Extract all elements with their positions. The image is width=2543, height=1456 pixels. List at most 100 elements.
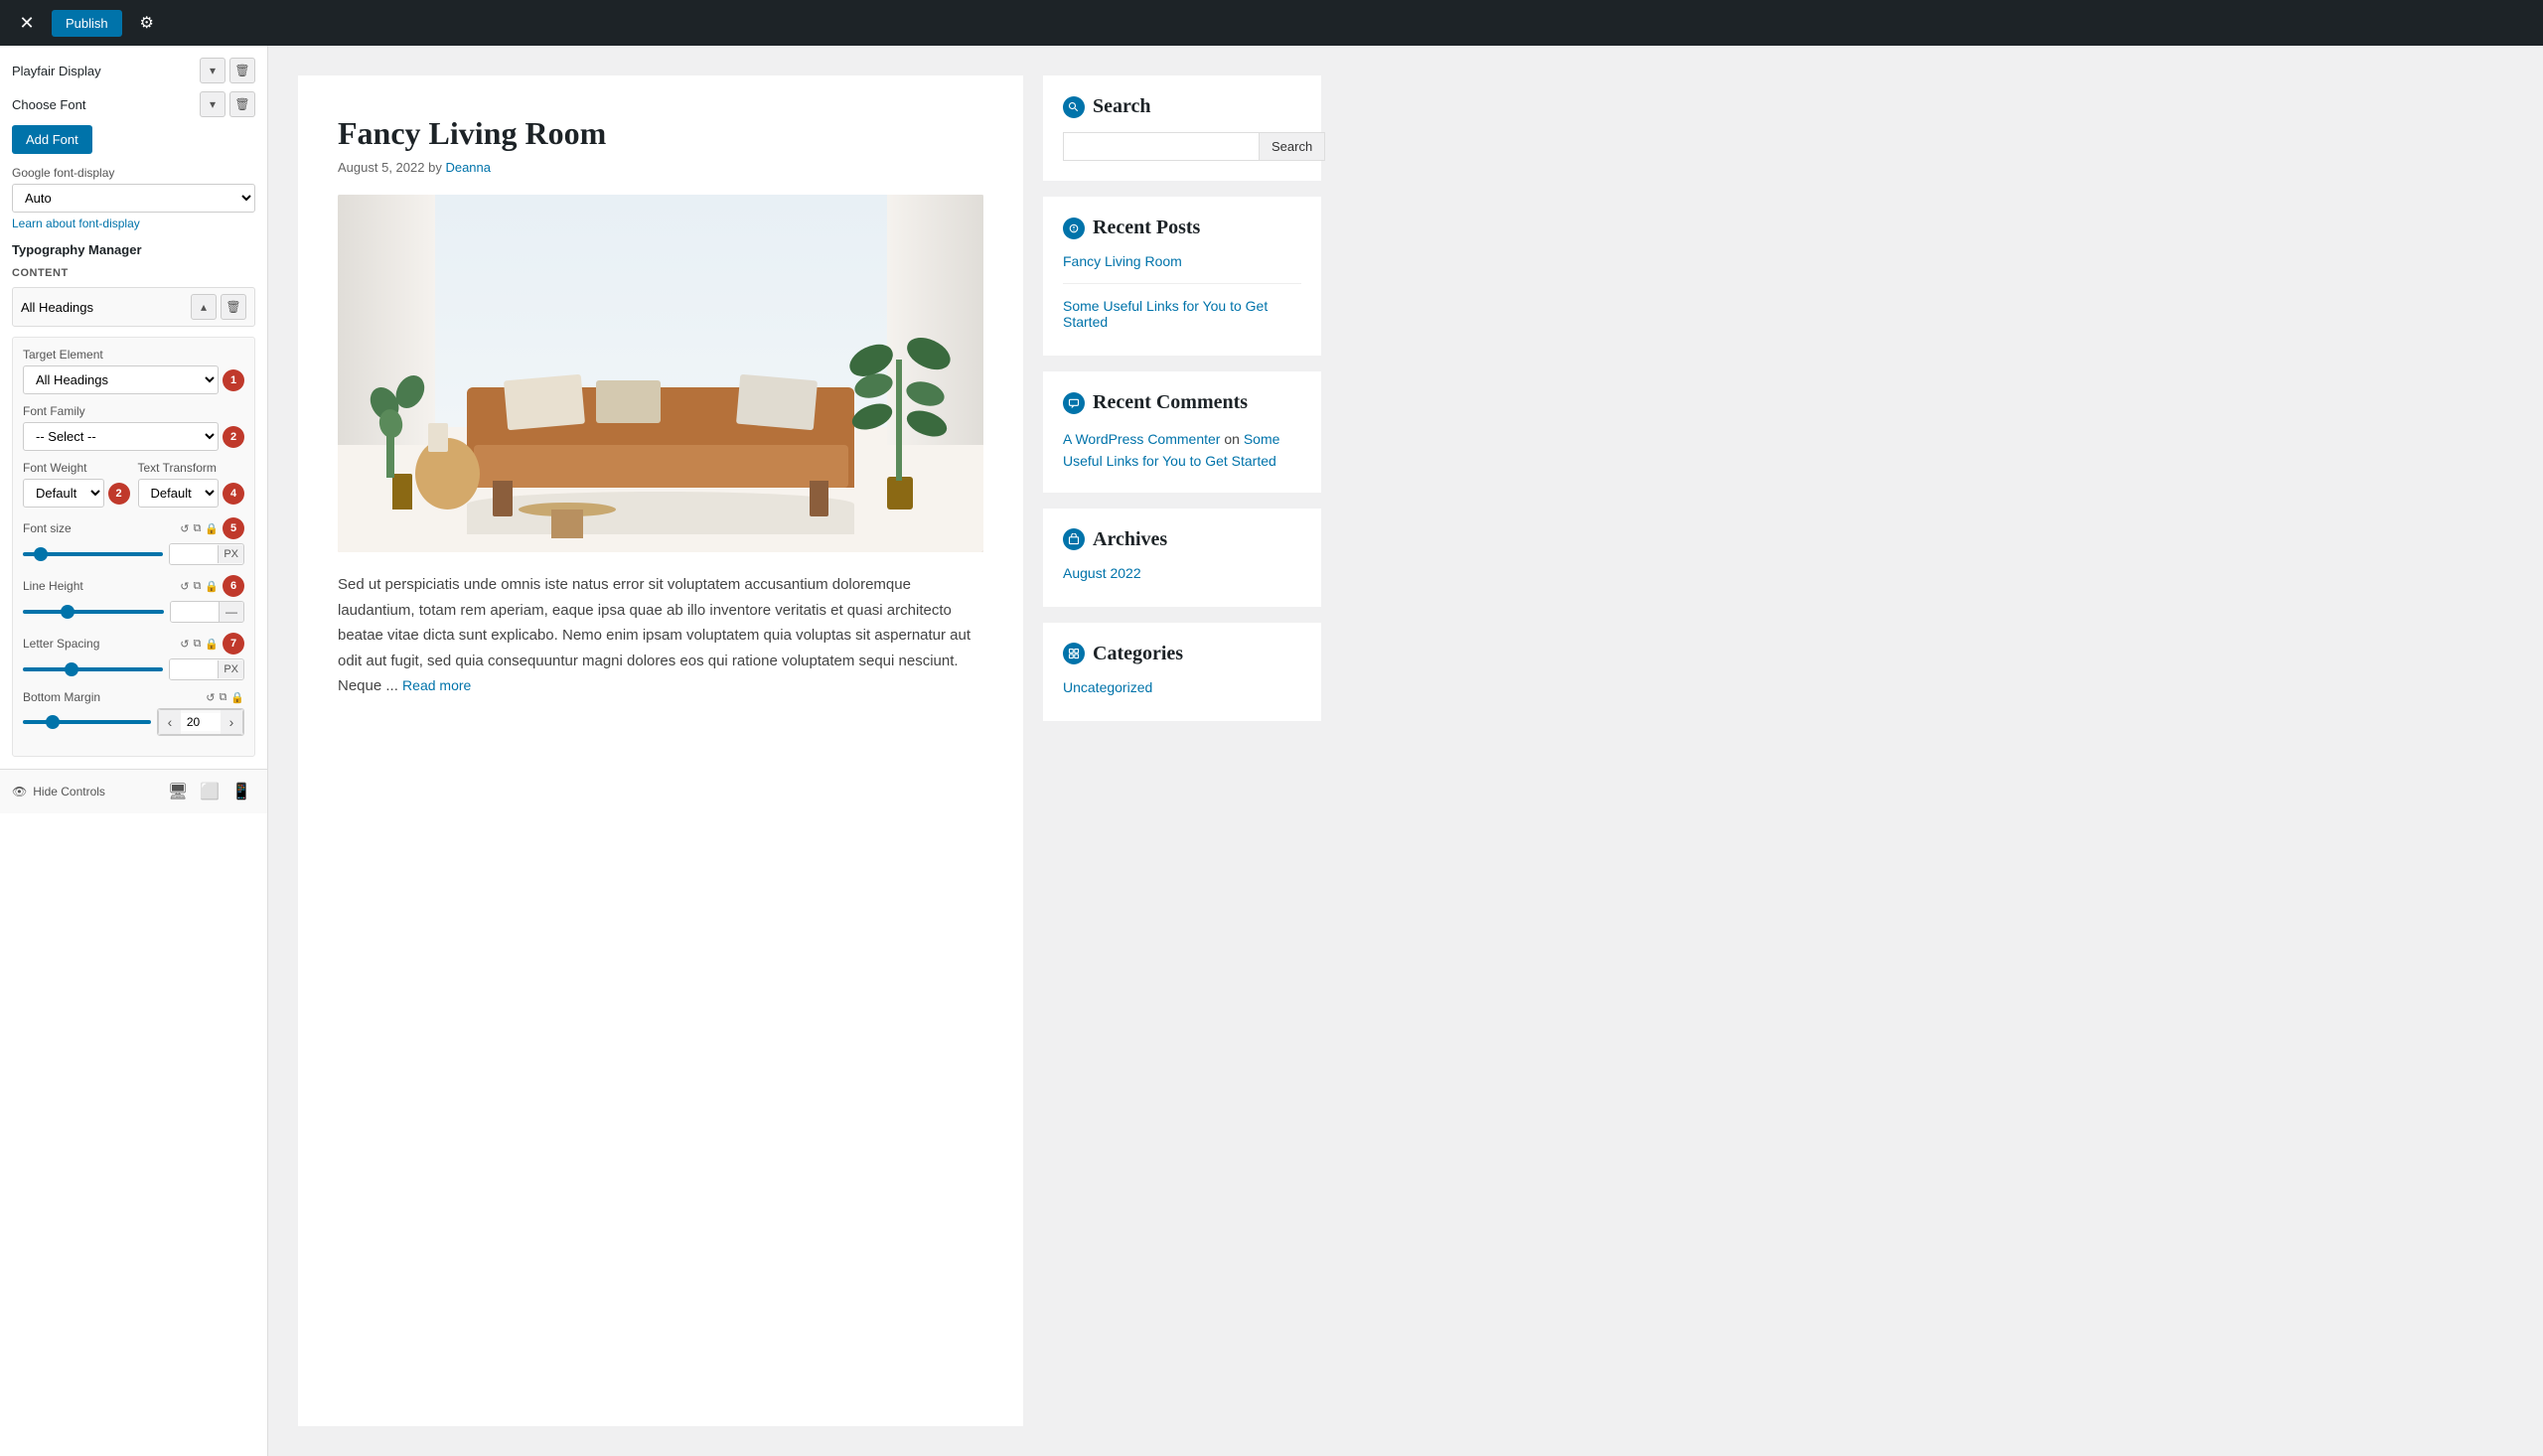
bottom-margin-unit: PX (243, 713, 244, 731)
line-height-lock-icon[interactable]: 🔒 (205, 580, 219, 593)
weight-transform-row: Font Weight Default400700 2 Text Transfo… (23, 461, 244, 508)
tablet-device-button[interactable]: ⬜ (196, 778, 224, 805)
desktop-device-button[interactable]: 🖥 (164, 778, 192, 805)
playfair-label: Playfair Display (12, 64, 101, 78)
bottom-margin-slider[interactable] (23, 720, 151, 724)
badge-5: 5 (223, 517, 244, 539)
badge-4: 4 (223, 483, 244, 505)
font-weight-label: Font Weight (23, 461, 130, 475)
target-element-dropdown[interactable]: All HeadingsH1H2H3 (23, 365, 219, 394)
categories-widget: Categories Uncategorized (1043, 623, 1321, 721)
mobile-device-button[interactable]: 📱 (227, 778, 255, 805)
archive-link-1[interactable]: August 2022 (1063, 565, 1301, 581)
font-size-input-wrap: PX (169, 543, 244, 565)
font-family-select-row: -- Select -- 2 (23, 422, 244, 451)
recent-posts-icon (1063, 218, 1085, 239)
choose-font-controls: ▾ 🗑 (200, 91, 255, 117)
font-size-label: Font size (23, 521, 72, 535)
font-family-field: Font Family -- Select -- 2 (23, 404, 244, 451)
all-headings-delete-btn[interactable]: 🗑 (221, 294, 246, 320)
settings-button[interactable]: ⚙ (132, 8, 162, 38)
recent-comments-icon (1063, 392, 1085, 414)
bottom-margin-reset-icon[interactable]: ↺ (206, 691, 215, 704)
categories-title: Categories (1063, 643, 1301, 665)
badge-2b: 2 (108, 483, 130, 505)
search-widget-title: Search (1063, 95, 1301, 118)
comment-author-link[interactable]: A WordPress Commenter (1063, 431, 1220, 447)
letter-spacing-slider[interactable] (23, 667, 163, 671)
font-size-lock-icon[interactable]: 🔒 (205, 522, 219, 535)
add-font-button[interactable]: Add Font (12, 125, 92, 154)
letter-spacing-lock-icon[interactable]: 🔒 (205, 638, 219, 651)
sidebar-bottom-bar: 👁 Hide Controls 🖥 ⬜ 📱 (0, 769, 267, 813)
bottom-margin-copy-icon[interactable]: ⧉ (219, 691, 226, 704)
font-family-dropdown[interactable]: -- Select -- (23, 422, 219, 451)
hide-controls-label: Hide Controls (33, 785, 105, 799)
font-size-unit: PX (218, 545, 243, 563)
bottom-margin-input[interactable]: 20 (181, 713, 221, 731)
line-height-slider[interactable] (23, 610, 164, 614)
badge-7: 7 (223, 633, 244, 655)
playfair-delete-btn[interactable]: 🗑 (229, 58, 255, 83)
bottom-margin-slider-row: ‹ 20 › PX (23, 708, 244, 736)
badge-6: 6 (223, 575, 244, 597)
badge-1: 1 (223, 369, 244, 391)
font-weight-field: Font Weight Default400700 2 (23, 461, 130, 508)
left-sidebar: Playfair Display ▾ 🗑 Choose Font ▾ 🗑 Add… (0, 46, 268, 1456)
top-bar: ✕ Publish ⚙ (0, 0, 2543, 46)
category-link-1[interactable]: Uncategorized (1063, 679, 1301, 695)
choose-font-chevron-btn[interactable]: ▾ (200, 91, 225, 117)
eye-icon: 👁 (12, 785, 27, 799)
line-height-copy-icon[interactable]: ⧉ (193, 580, 201, 593)
post-excerpt: Sed ut perspiciatis unde omnis iste natu… (338, 572, 983, 699)
font-weight-dropdown[interactable]: Default400700 (23, 479, 104, 508)
font-size-slider-row: PX (23, 543, 244, 565)
line-height-input-wrap: — (170, 601, 244, 623)
letter-spacing-reset-icon[interactable]: ↺ (180, 638, 189, 651)
learn-font-link[interactable]: Learn about font-display (12, 217, 255, 230)
text-transform-dropdown[interactable]: DefaultNoneUppercaseLowercase (138, 479, 220, 508)
categories-icon (1063, 643, 1085, 664)
letter-spacing-input-wrap: PX (169, 658, 244, 680)
hide-controls-button[interactable]: 👁 Hide Controls (12, 785, 105, 799)
post-author-link[interactable]: Deanna (445, 160, 491, 175)
font-size-copy-icon[interactable]: ⧉ (193, 522, 201, 535)
choose-font-row: Choose Font ▾ 🗑 (12, 91, 255, 117)
letter-spacing-field: Letter Spacing ↺ ⧉ 🔒 7 PX (23, 633, 244, 680)
font-size-slider[interactable] (23, 552, 163, 556)
recent-comments-widget: Recent Comments A WordPress Commenter on… (1043, 371, 1321, 493)
line-height-input[interactable] (171, 602, 219, 622)
font-size-input[interactable] (170, 544, 218, 564)
letter-spacing-copy-icon[interactable]: ⧉ (193, 638, 201, 651)
main-layout: Playfair Display ▾ 🗑 Choose Font ▾ 🗑 Add… (0, 46, 2543, 1456)
close-button[interactable]: ✕ (12, 8, 42, 38)
choose-font-label: Choose Font (12, 97, 85, 112)
publish-button[interactable]: Publish (52, 10, 122, 37)
recent-post-2-link[interactable]: Some Useful Links for You to Get Started (1063, 298, 1301, 330)
google-font-section: Google font-display Auto Swap Block Fall… (12, 166, 255, 230)
read-more-link[interactable]: Read more (402, 677, 471, 693)
typography-manager-heading: Typography Manager (12, 242, 255, 257)
typography-inner-panel: Target Element All HeadingsH1H2H3 1 Font… (12, 337, 255, 757)
bottom-margin-label: Bottom Margin (23, 690, 100, 704)
bottom-margin-lock-icon[interactable]: 🔒 (230, 691, 244, 704)
font-size-reset-icon[interactable]: ↺ (180, 522, 189, 535)
search-input[interactable] (1063, 132, 1259, 161)
playfair-chevron-btn[interactable]: ▾ (200, 58, 225, 83)
comment-on-text: on (1224, 431, 1243, 447)
recent-post-1-link[interactable]: Fancy Living Room (1063, 253, 1301, 269)
line-height-reset-icon[interactable]: ↺ (180, 580, 189, 593)
line-height-field: Line Height ↺ ⧉ 🔒 6 — (23, 575, 244, 623)
bottom-margin-decrement[interactable]: ‹ (159, 710, 181, 734)
google-font-dropdown[interactable]: Auto Swap Block Fallback Optional (12, 184, 255, 213)
choose-font-delete-btn[interactable]: 🗑 (229, 91, 255, 117)
recent-posts-title: Recent Posts (1063, 217, 1301, 239)
all-headings-chevron-btn[interactable]: ▴ (191, 294, 217, 320)
google-font-label: Google font-display (12, 166, 255, 180)
bottom-margin-increment[interactable]: › (221, 710, 242, 734)
search-button[interactable]: Search (1259, 132, 1325, 161)
post-featured-image (338, 195, 983, 552)
letter-spacing-input[interactable] (170, 659, 218, 679)
all-headings-row: All Headings ▴ 🗑 (12, 287, 255, 327)
font-size-field: Font size ↺ ⧉ 🔒 5 PX (23, 517, 244, 565)
